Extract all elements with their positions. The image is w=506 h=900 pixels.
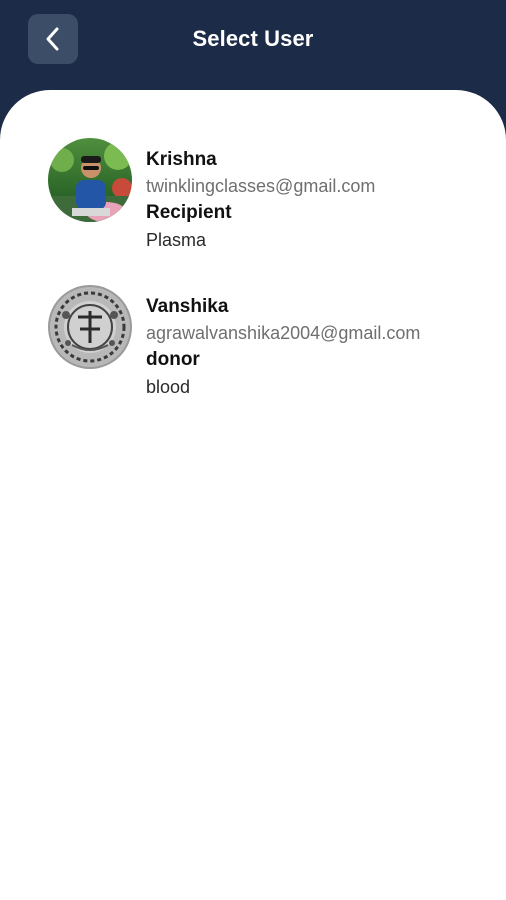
user-name: Krishna: [146, 149, 217, 170]
user-info: Vanshika agrawalvanshika2004@gmail.com d…: [146, 295, 446, 401]
user-item-krishna[interactable]: Krishna twinklingclasses@gmail.com Recip…: [0, 138, 506, 285]
user-email: twinklingclasses@gmail.com: [146, 176, 376, 196]
user-list-panel: Krishna twinklingclasses@gmail.com Recip…: [0, 90, 506, 900]
user-info: Krishna twinklingclasses@gmail.com Recip…: [146, 148, 446, 254]
profile-photo: [48, 285, 132, 369]
user-list: Krishna twinklingclasses@gmail.com Recip…: [0, 138, 506, 432]
user-email: agrawalvanshika2004@gmail.com: [146, 323, 421, 343]
user-type: blood: [146, 377, 191, 397]
avatar: [48, 138, 132, 222]
select-user-screen: Select User Krishna twinklingclasses@gma…: [0, 0, 506, 900]
page-title: Select User: [192, 26, 314, 51]
top-bar: Select User: [0, 0, 506, 90]
user-role: Recipient: [146, 202, 232, 223]
user-name: Vanshika: [146, 296, 229, 317]
avatar: [48, 285, 132, 369]
profile-photo: [48, 138, 132, 222]
user-role: donor: [146, 349, 200, 370]
user-item-vanshika[interactable]: Vanshika agrawalvanshika2004@gmail.com d…: [0, 285, 506, 432]
user-type: Plasma: [146, 230, 207, 250]
